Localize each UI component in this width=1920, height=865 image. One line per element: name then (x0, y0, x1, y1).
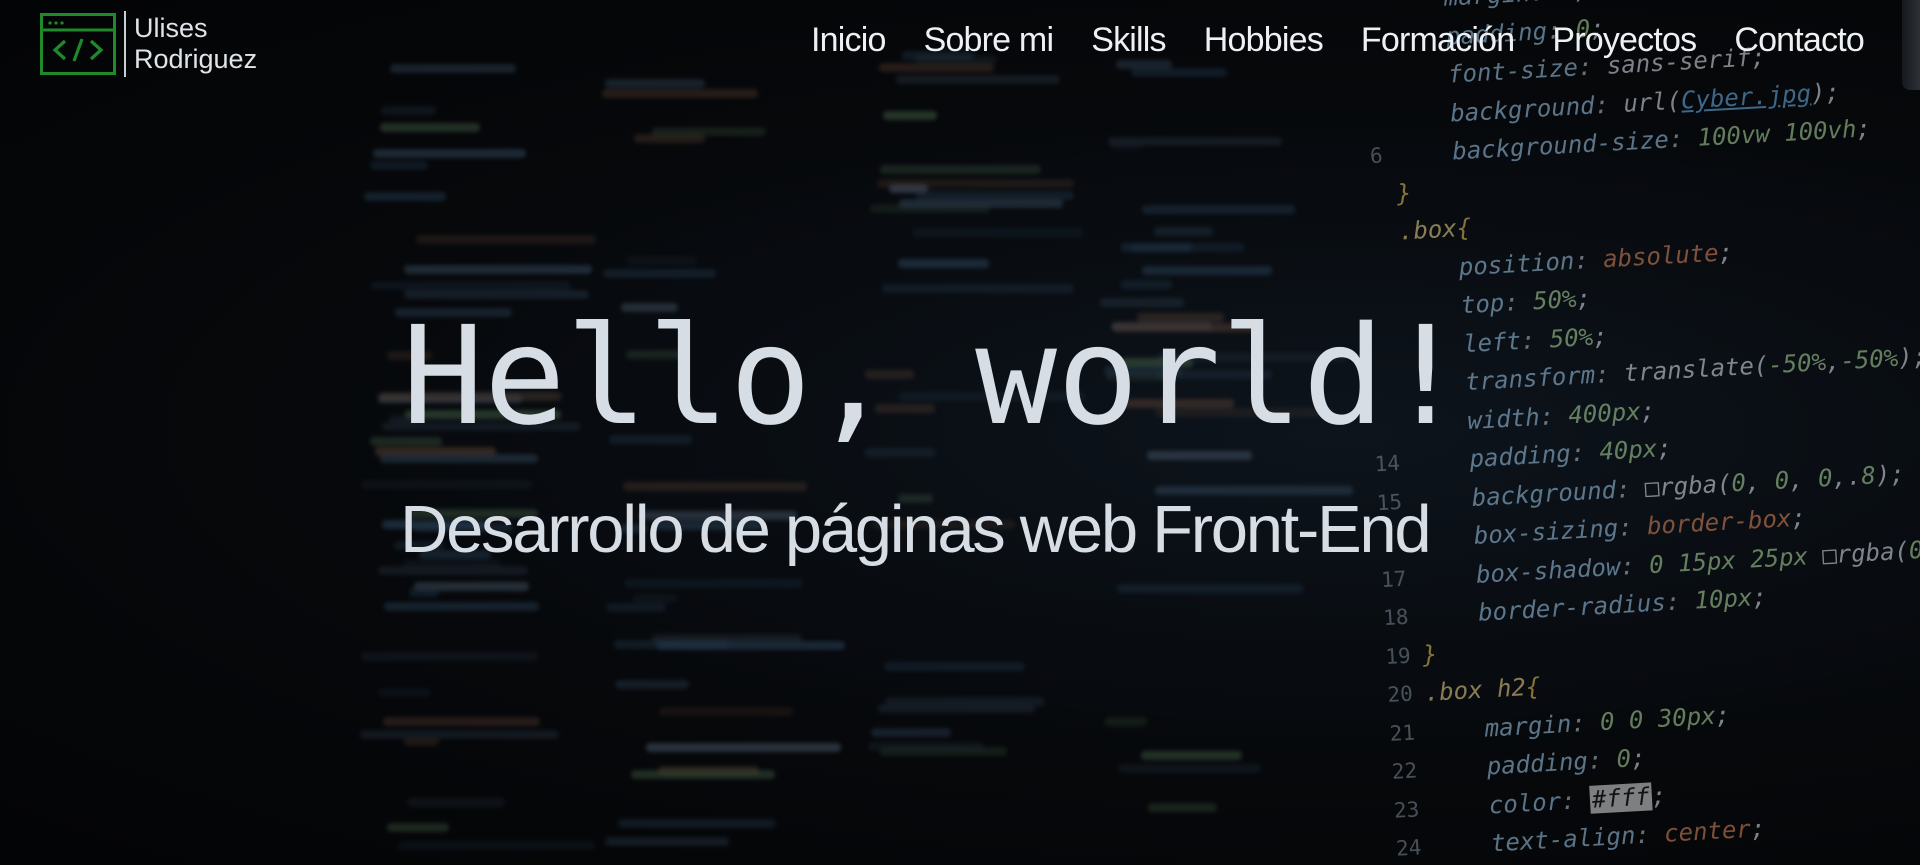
blurred-code-mark (403, 265, 593, 274)
blurred-code-mark (651, 127, 767, 136)
nav-link-inicio[interactable]: Inicio (792, 16, 905, 64)
blurred-code-mark (884, 697, 1045, 706)
code-line-text: padding: 0; (1485, 743, 1647, 781)
hero-subtitle: Desarrollo de páginas web Front-End (400, 492, 1432, 567)
nav-link-contacto[interactable]: Contacto (1715, 16, 1864, 64)
nav-link-formacion[interactable]: Formación (1342, 16, 1533, 64)
blurred-code-mark (1141, 205, 1296, 214)
brand-name: Ulises Rodriguez (134, 13, 257, 75)
blurred-code-mark (630, 770, 776, 779)
blurred-code-mark (645, 743, 841, 752)
code-line-text: .box{ (1398, 213, 1472, 246)
blurred-code-mark (379, 123, 480, 132)
code-line-number: 22 (1391, 758, 1418, 784)
blurred-code-mark (408, 588, 440, 597)
blurred-code-mark (883, 111, 938, 120)
brand-logo[interactable]: Ulises Rodriguez (40, 10, 257, 78)
brand-last-name: Rodriguez (134, 44, 258, 74)
nav-link-skills[interactable]: Skills (1072, 16, 1185, 64)
blurred-code-mark (1104, 717, 1147, 726)
blurred-code-mark (1153, 227, 1214, 236)
blurred-code-mark (656, 641, 845, 650)
code-line-text: } (1421, 639, 1438, 669)
main-nav: Inicio Sobre mi Skills Hobbies Formación… (792, 16, 1865, 64)
code-line-text: .box h2{ (1423, 672, 1541, 707)
blurred-code-mark (1141, 751, 1242, 760)
blurred-code-mark (360, 730, 560, 739)
code-line-number: 20 (1386, 681, 1414, 707)
blurred-code-mark (372, 149, 526, 158)
blurred-code-mark (377, 688, 431, 697)
blurred-code-mark (606, 603, 667, 612)
blurred-code-mark (370, 281, 571, 290)
blurred-code-mark (1131, 243, 1244, 252)
blurred-code-mark (360, 652, 539, 661)
blurred-code-mark (879, 165, 1042, 174)
nav-link-proyectos[interactable]: Proyectos (1533, 16, 1715, 64)
blurred-code-mark (915, 191, 1075, 200)
blurred-code-mark (386, 823, 449, 832)
code-line-number: 21 (1388, 720, 1416, 746)
blurred-code-mark (1142, 266, 1272, 275)
blurred-code-mark (876, 179, 1075, 188)
code-line-number: 6 (1369, 143, 1384, 169)
blurred-code-mark (898, 259, 990, 268)
blurred-code-mark (603, 269, 717, 278)
code-window-icon (40, 13, 116, 75)
logo-divider (124, 11, 126, 77)
blurred-code-mark (1121, 280, 1173, 289)
blurred-code-mark (870, 728, 951, 737)
nav-link-sobre-mi[interactable]: Sobre mi (905, 16, 1073, 64)
nav-link-hobbies[interactable]: Hobbies (1185, 16, 1342, 64)
blurred-code-mark (406, 798, 506, 807)
site-header: Ulises Rodriguez Inicio Sobre mi Skills … (0, 0, 1920, 86)
blurred-code-mark (884, 662, 1026, 671)
scrollbar-thumb[interactable] (1902, 0, 1920, 90)
blurred-code-mark (617, 819, 777, 828)
blurred-code-mark (1118, 764, 1262, 773)
blurred-code-mark (364, 192, 446, 201)
blurred-code-mark (415, 235, 596, 244)
code-line-number: 19 (1384, 643, 1412, 669)
blurred-code-mark (1147, 803, 1217, 812)
blurred-code-mark (658, 707, 794, 716)
code-line-number: 18 (1382, 604, 1410, 631)
brand-first-name: Ulises (134, 13, 208, 43)
blurred-code-mark (899, 199, 1064, 208)
blurred-code-mark (626, 256, 697, 265)
blurred-code-mark (632, 594, 679, 603)
blurred-code-mark (868, 742, 984, 751)
blurred-code-mark (601, 89, 758, 98)
code-line-number: 23 (1393, 796, 1420, 823)
blurred-code-mark (381, 106, 436, 115)
blurred-code-mark (615, 680, 689, 689)
blurred-code-mark (882, 284, 1074, 293)
blurred-code-mark (1116, 584, 1303, 593)
blurred-code-mark (624, 579, 803, 588)
hero-title: Hello, world! (402, 298, 1467, 456)
blurred-code-mark (912, 228, 1084, 237)
code-line-number: 24 (1395, 835, 1423, 861)
blurred-code-mark (383, 602, 539, 611)
blurred-code-mark (1110, 141, 1144, 150)
blurred-code-mark (604, 837, 729, 846)
code-line-text: } (1396, 178, 1413, 208)
blurred-code-mark (369, 161, 429, 170)
blurred-code-mark (383, 717, 540, 726)
blurred-code-mark (398, 841, 596, 850)
